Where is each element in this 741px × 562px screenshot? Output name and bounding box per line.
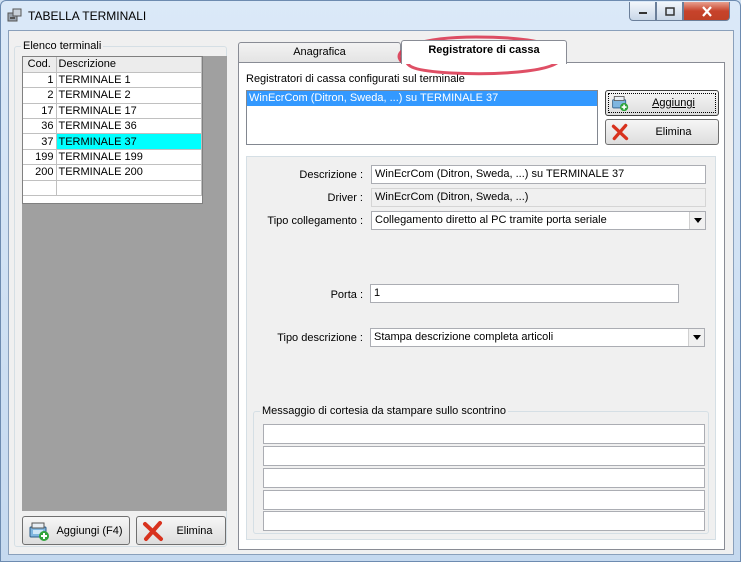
tipo-collegamento-label: Tipo collegamento : <box>267 215 363 227</box>
delete-icon <box>143 520 163 541</box>
maximize-button[interactable] <box>656 2 683 21</box>
column-header-descrizione[interactable]: Descrizione <box>56 57 202 73</box>
table-row[interactable]: 199 TERMINALE 199 <box>23 149 202 166</box>
messaggio-line-2[interactable] <box>263 446 705 466</box>
cell-cod: 1 <box>23 72 57 89</box>
cell-descrizione: TERMINALE 1 <box>56 72 202 89</box>
messaggio-group: Messaggio di cortesia da stampare sullo … <box>253 405 709 534</box>
cell-descrizione: TERMINALE 36 <box>56 118 202 135</box>
cell-descrizione: TERMINALE 199 <box>56 149 202 166</box>
cell-descrizione: TERMINALE 200 <box>56 164 202 181</box>
add-register-icon <box>612 96 629 112</box>
chevron-down-icon[interactable] <box>689 212 705 229</box>
close-icon <box>701 5 712 17</box>
tipo-descrizione-label: Tipo descrizione : <box>277 332 363 344</box>
cell-cod <box>23 180 57 197</box>
registers-list[interactable]: WinEcrCom (Ditron, Sweda, ...) su TERMIN… <box>246 90 598 145</box>
registers-list-label: Registratori di cassa configurati sul te… <box>246 73 465 85</box>
add-terminal-label: Aggiungi (F4) <box>56 524 123 537</box>
descrizione-label: Descrizione : <box>299 169 363 181</box>
tab-registratore-di-cassa[interactable]: Registratore di cassa <box>401 40 567 64</box>
cell-cod: 2 <box>23 87 57 104</box>
delete-icon <box>611 123 629 141</box>
tipo-collegamento-value: Collegamento diretto al PC tramite porta… <box>375 214 607 226</box>
messaggio-line-3[interactable] <box>263 468 705 488</box>
title-bar[interactable]: TABELLA TERMINALI <box>1 1 740 31</box>
add-terminal-icon <box>29 522 49 541</box>
cell-descrizione: TERMINALE 37 <box>56 133 202 150</box>
terminals-group-label: Elenco terminali <box>21 40 104 52</box>
cell-descrizione: TERMINALE 2 <box>56 87 202 104</box>
descrizione-field[interactable]: WinEcrCom (Ditron, Sweda, ...) su TERMIN… <box>371 165 706 184</box>
window-title: TABELLA TERMINALI <box>28 9 147 23</box>
maximize-icon <box>664 6 675 16</box>
porta-label: Porta : <box>330 289 363 301</box>
cell-cod: 36 <box>23 118 57 135</box>
minimize-icon <box>638 12 647 14</box>
cell-descrizione <box>56 180 202 197</box>
tipo-descrizione-select[interactable]: Stampa descrizione completa articoli <box>370 328 705 347</box>
table-row[interactable]: 200 TERMINALE 200 <box>23 164 202 181</box>
messaggio-line-4[interactable] <box>263 490 705 510</box>
cell-descrizione: TERMINALE 17 <box>56 103 202 120</box>
table-row[interactable]: 2 TERMINALE 2 <box>23 87 202 104</box>
delete-register-button[interactable]: Elimina <box>605 119 719 145</box>
add-register-button[interactable]: Aggiungi <box>605 90 719 116</box>
main-window: TABELLA TERMINALI Elenco terminali Cod. … <box>0 0 741 562</box>
messaggio-line-1[interactable] <box>263 424 705 444</box>
delete-terminal-label: Elimina <box>176 524 213 537</box>
terminals-grid[interactable]: Cod. Descrizione 1 TERMINALE 1 2 TERMINALE… <box>22 56 203 204</box>
client-area: Elenco terminali Cod. Descrizione 1 TERMI… <box>8 30 734 555</box>
minimize-button[interactable] <box>629 2 656 21</box>
list-item[interactable]: WinEcrCom (Ditron, Sweda, ...) su TERMIN… <box>247 91 597 106</box>
table-row-selected[interactable]: 37 TERMINALE 37 <box>23 133 202 150</box>
column-header-cod[interactable]: Cod. <box>23 57 57 73</box>
add-register-label: Aggiungi <box>652 97 695 109</box>
cell-cod: 37 <box>23 133 57 150</box>
driver-label: Driver : <box>327 192 363 204</box>
messaggio-line-5[interactable] <box>263 511 705 531</box>
cell-cod: 200 <box>23 164 57 181</box>
tab-panel-registratore: Registratori di cassa configurati sul te… <box>238 62 725 550</box>
table-row-empty[interactable] <box>23 180 202 197</box>
close-button[interactable] <box>683 2 730 21</box>
cell-cod: 199 <box>23 149 57 166</box>
app-icon <box>7 8 22 22</box>
cell-cod: 17 <box>23 103 57 120</box>
table-row[interactable]: 1 TERMINALE 1 <box>23 72 202 89</box>
porta-field[interactable]: 1 <box>370 284 679 303</box>
tipo-collegamento-select[interactable]: Collegamento diretto al PC tramite porta… <box>371 211 706 230</box>
register-details-panel: Descrizione : WinEcrCom (Ditron, Sweda, … <box>246 156 716 540</box>
table-row[interactable]: 36 TERMINALE 36 <box>23 118 202 135</box>
tab-anagrafica[interactable]: Anagrafica <box>238 42 401 63</box>
table-row[interactable]: 17 TERMINALE 17 <box>23 103 202 120</box>
driver-field: WinEcrCom (Ditron, Sweda, ...) <box>371 188 706 207</box>
messaggio-group-label: Messaggio di cortesia da stampare sullo … <box>260 405 508 417</box>
grid-header: Cod. Descrizione <box>23 57 202 73</box>
delete-terminal-button[interactable]: Elimina <box>136 516 226 545</box>
chevron-down-icon[interactable] <box>688 329 704 346</box>
add-terminal-button[interactable]: Aggiungi (F4) <box>22 516 130 545</box>
tipo-descrizione-value: Stampa descrizione completa articoli <box>374 331 554 343</box>
delete-register-label: Elimina <box>655 126 692 138</box>
